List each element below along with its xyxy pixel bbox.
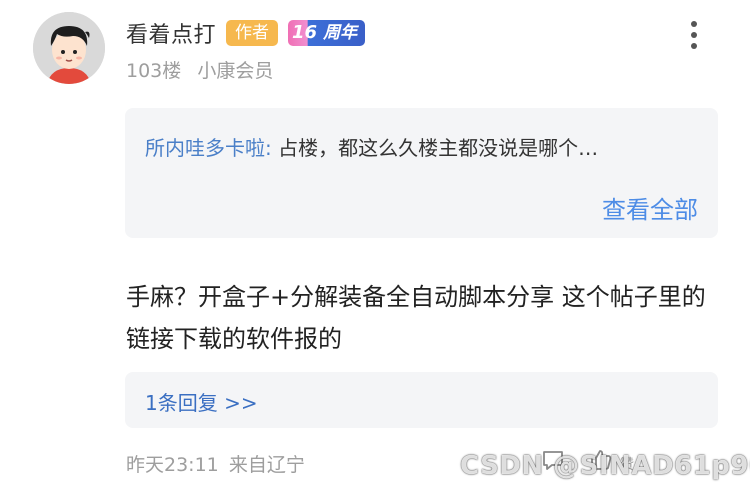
username[interactable]: 看着点打: [126, 17, 216, 49]
more-vertical-icon[interactable]: [686, 18, 702, 52]
thumbs-up-icon[interactable]: [588, 447, 614, 473]
avatar-illustration: [33, 12, 105, 84]
quoted-text: 占楼，都这么久楼主都没说是哪个…: [278, 136, 599, 160]
post-timestamp: 昨天23:11: [126, 454, 219, 476]
username-row: 看着点打 作者 16 周年: [126, 16, 366, 50]
quoted-user[interactable]: 所内哇多卡啦:: [145, 136, 272, 160]
view-all-link[interactable]: 查看全部: [602, 190, 698, 225]
comment-icon[interactable]: [540, 447, 566, 473]
footer-actions: 赞: [540, 446, 634, 474]
floor-number: 103楼: [126, 60, 182, 82]
post-footer-meta: 昨天23:11 来自辽宁: [126, 450, 309, 477]
member-level: 小康会员: [197, 60, 274, 82]
replies-link[interactable]: 1条回复 >>: [145, 387, 258, 416]
author-badge: 作者: [226, 20, 279, 46]
anniversary-text: 周年: [323, 23, 358, 43]
anniversary-number: 16: [292, 22, 318, 43]
quoted-reply: 所内哇多卡啦: 占楼，都这么久楼主都没说是哪个…: [145, 132, 700, 161]
quoted-reply-box: 所内哇多卡啦: 占楼，都这么久楼主都没说是哪个… 查看全部: [125, 108, 718, 238]
post-card: 看着点打 作者 16 周年 103楼 小康会员 所内哇多卡啦: 占楼，都这么久楼…: [0, 0, 750, 503]
post-location: 来自辽宁: [228, 454, 305, 476]
like-label: 赞: [620, 457, 634, 473]
anniversary-badge: 16 周年: [288, 20, 366, 46]
user-avatar[interactable]: [33, 12, 105, 84]
post-content: 手麻？开盒子+分解装备全自动脚本分享 这个帖子里的链接下载的软件报的: [126, 283, 706, 353]
replies-box[interactable]: 1条回复 >>: [125, 372, 718, 428]
post-meta: 103楼 小康会员: [126, 56, 283, 83]
